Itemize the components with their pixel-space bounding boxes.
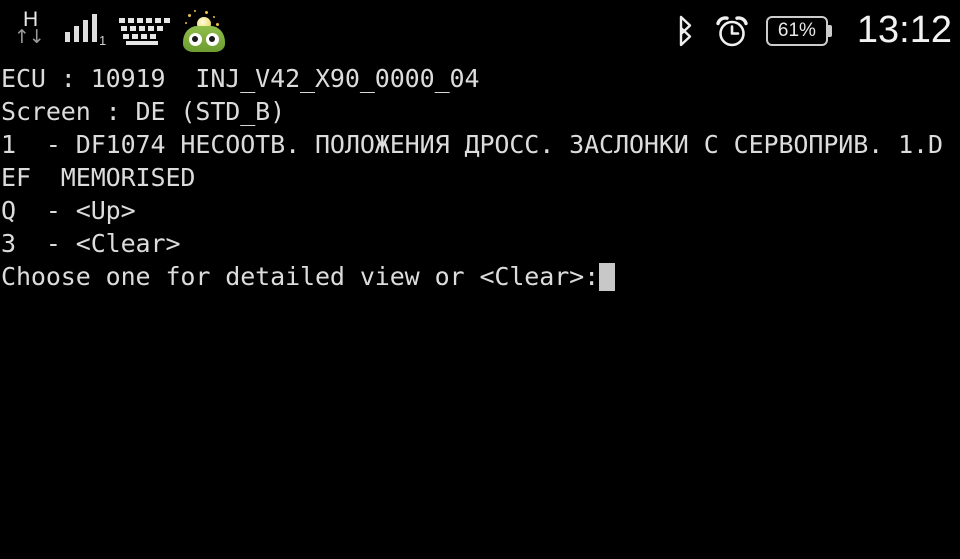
terminal-output[interactable]: ECU : 10919 INJ_V42_X90_0000_04 Screen :… — [0, 62, 960, 559]
data-transfer-arrows-icon: ↑↓ — [14, 26, 45, 48]
keyboard-row-1 — [119, 18, 170, 23]
keyboard-icon — [118, 15, 170, 47]
battery-nub — [827, 25, 832, 37]
network-type-icon: H ↑↓ — [14, 9, 52, 52]
status-bar-right-group: 61% 13:12 — [672, 0, 952, 62]
green-creature-icon — [180, 8, 228, 54]
terminal-cursor — [599, 263, 616, 291]
terminal-line-option-up[interactable]: Q - <Up> — [0, 194, 960, 227]
status-bar: H ↑↓ 1 61% 13:12 — [0, 0, 960, 62]
keyboard-spacebar — [126, 41, 158, 45]
signal-strength-icon: 1 — [64, 14, 106, 48]
battery-percent-label: 61% — [777, 20, 816, 41]
signal-bar-2 — [74, 26, 79, 42]
signal-bar-1 — [65, 32, 70, 42]
status-bar-clock: 13:12 — [856, 9, 952, 51]
battery-icon: 61% — [765, 16, 836, 46]
terminal-line-option-clear[interactable]: 3 - <Clear> — [0, 227, 960, 260]
alarm-clock-icon — [715, 14, 749, 48]
terminal-line-screen: Screen : DE (STD_B) — [1, 97, 286, 126]
status-bar-left-group: H ↑↓ 1 — [14, 0, 228, 62]
creature-eye-left — [189, 33, 202, 46]
bluetooth-icon — [672, 14, 698, 48]
terminal-line-ecu: ECU : 10919 INJ_V42_X90_0000_04 — [1, 64, 480, 93]
keyboard-row-2 — [121, 26, 163, 31]
terminal-prompt-text: Choose one for detailed view or <Clear>: — [1, 262, 600, 291]
phone-screen: H ↑↓ 1 61% 13:12 ECU: 10919 INJ_V42_X90… — [0, 0, 960, 559]
sim-slot-label: 1 — [99, 33, 107, 48]
signal-bar-3 — [83, 20, 88, 42]
signal-bar-4 — [92, 14, 97, 42]
terminal-prompt-line[interactable]: Choose one for detailed view or <Clear>: — [0, 260, 960, 293]
terminal-line-fault-1[interactable]: 1 - DF1074 НЕСООТВ. ПОЛОЖЕНИЯ ДРОСС. ЗАС… — [0, 128, 960, 161]
creature-eye-right — [206, 33, 219, 46]
keyboard-row-3 — [123, 34, 156, 39]
terminal-line-fault-1-wrap: EF MEMORISED — [1, 163, 196, 192]
